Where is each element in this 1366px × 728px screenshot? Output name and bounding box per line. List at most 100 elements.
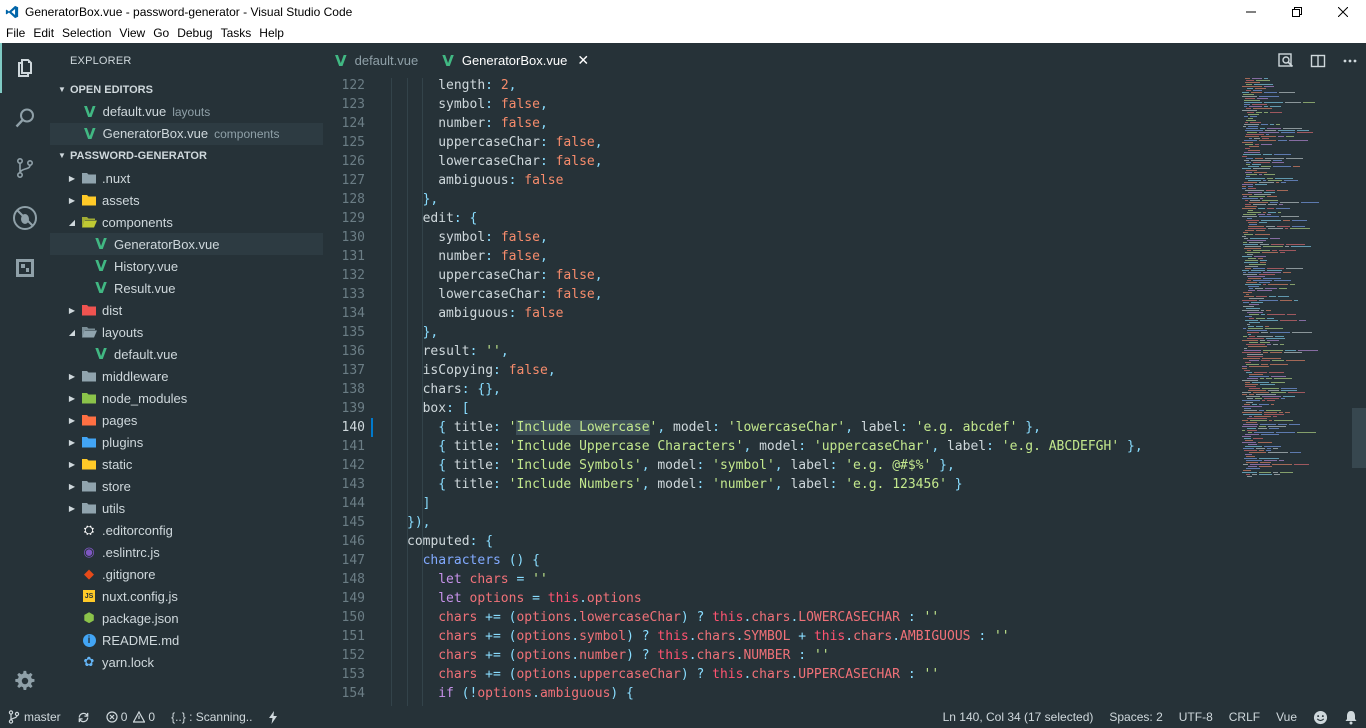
explorer-button[interactable] (0, 43, 50, 93)
menu-edit[interactable]: Edit (29, 26, 58, 40)
menu-tasks[interactable]: Tasks (217, 26, 256, 40)
code-line: 130 symbol: false, (323, 228, 1243, 247)
tree-label: .editorconfig (102, 522, 173, 538)
tree-file[interactable]: V GeneratorBox.vue (50, 233, 323, 255)
tree-folder[interactable]: ▶ node_modules (50, 387, 323, 409)
language-mode[interactable]: Vue (1268, 706, 1305, 728)
line-text: { title: 'Include Uppercase Characters',… (438, 437, 1142, 456)
git-branch[interactable]: master (0, 706, 69, 728)
open-editors-section[interactable]: ▼ OPEN EDITORS (50, 79, 323, 101)
minimap-line (1271, 244, 1284, 245)
tree-file[interactable]: Vdefault.vue (50, 343, 323, 365)
tree-file[interactable]: ✿ yarn.lock (50, 651, 323, 673)
tree-file[interactable]: V Result.vue (50, 277, 323, 299)
minimap-line (1279, 288, 1287, 289)
scanning-status[interactable]: {..} : Scanning.. (163, 706, 260, 728)
search-button[interactable] (0, 93, 50, 143)
minimap-line (1242, 110, 1257, 111)
project-section[interactable]: ▼ PASSWORD-GENERATOR (50, 145, 323, 167)
tree-folder[interactable]: ▶ .nuxt (50, 167, 323, 189)
minimap-line (1263, 352, 1268, 353)
minimap-line (1259, 300, 1278, 301)
chevron-right-icon: ▶ (68, 415, 76, 425)
line-number: 143 (341, 477, 365, 492)
tree-folder[interactable]: ▶ store (50, 475, 323, 497)
encoding[interactable]: UTF-8 (1171, 706, 1221, 728)
code-token: , (539, 249, 548, 264)
split-editor-button[interactable] (1302, 43, 1334, 78)
minimap-line (1264, 78, 1268, 79)
menu-selection[interactable]: Selection (58, 26, 115, 40)
tree-file[interactable]: ⛭ .editorconfig (50, 519, 323, 541)
line-endings[interactable]: CRLF (1221, 706, 1268, 728)
manage-button[interactable] (0, 656, 50, 706)
tree-folder[interactable]: ▶ middleware (50, 365, 323, 387)
problems-indicator[interactable]: 0 0 (98, 706, 163, 728)
tree-file[interactable]: V History.vue (50, 255, 323, 277)
source-control-button[interactable] (0, 143, 50, 193)
close-tab-icon[interactable]: ✕ (577, 52, 589, 69)
code-token: 'e.g. 123456' (845, 477, 947, 492)
lightning-button[interactable] (260, 706, 286, 728)
open-editor-item[interactable]: V GeneratorBox.vue components (50, 123, 323, 145)
menu-debug[interactable]: Debug (173, 26, 216, 40)
minimap-line (1286, 360, 1305, 361)
tab-default-vue[interactable]: V default.vue (323, 43, 430, 78)
tree-folder[interactable]: ▶ static (50, 453, 323, 475)
tree-folder[interactable]: ▶ dist (50, 299, 323, 321)
tree-file[interactable]: ⬢ package.json (50, 607, 323, 629)
open-editor-folder: components (214, 127, 280, 141)
minimap-line (1260, 262, 1266, 263)
open-preview-button[interactable] (1270, 43, 1302, 78)
tree-folder[interactable]: ◢ layouts (50, 321, 323, 343)
vertical-scrollbar[interactable] (1352, 408, 1366, 468)
code-editor[interactable]: 122 length: 2, 123 symbol: false, 124 number:… (323, 78, 1366, 706)
extensions-button[interactable] (0, 243, 50, 293)
indentation[interactable]: Spaces: 2 (1101, 706, 1170, 728)
tree-folder[interactable]: ▶ utils (50, 497, 323, 519)
menu-help[interactable]: Help (255, 26, 288, 40)
code-line: 134 ambiguous: false (323, 304, 1243, 323)
code-token: 'Include Numbers' (508, 477, 642, 492)
code-token: false (500, 249, 540, 264)
notifications-button[interactable] (1336, 706, 1366, 728)
line-number: 137 (341, 363, 365, 378)
close-window-button[interactable] (1320, 0, 1366, 23)
code-token: += ( (477, 629, 517, 644)
minimap-line (1281, 388, 1297, 389)
debug-button[interactable] (0, 193, 50, 243)
minimap-line (1249, 242, 1263, 243)
tree-file[interactable]: JS nuxt.config.js (50, 585, 323, 607)
tree-folder[interactable]: ▶ assets (50, 189, 323, 211)
tree-icon-slot (80, 214, 98, 230)
tree-file[interactable]: ◆ .gitignore (50, 563, 323, 585)
tree-folder[interactable]: ▶ plugins (50, 431, 323, 453)
tree-icon-slot (80, 478, 98, 494)
minimap-line (1279, 412, 1283, 413)
vue-file-icon: V (442, 51, 454, 70)
tree-folder[interactable]: ▶ pages (50, 409, 323, 431)
more-actions-button[interactable] (1334, 43, 1366, 78)
feedback-button[interactable] (1305, 706, 1336, 728)
tab-generatorbox-vue[interactable]: V GeneratorBox.vue ✕ (430, 43, 602, 78)
minimap-line (1281, 216, 1299, 217)
close-icon (1338, 6, 1348, 17)
tree-file[interactable]: ◉ .eslintrc.js (50, 541, 323, 563)
tree-label: nuxt.config.js (102, 588, 178, 604)
cursor-position[interactable]: Ln 140, Col 34 (17 selected) (935, 706, 1102, 728)
minimize-button[interactable] (1228, 0, 1274, 23)
minimap-line (1256, 448, 1265, 449)
maximize-button[interactable] (1274, 0, 1320, 23)
sync-button[interactable] (69, 706, 98, 728)
tree-file[interactable]: i README.md (50, 629, 323, 651)
line-text: box: [ (423, 399, 470, 418)
minimap[interactable] (1238, 78, 1348, 478)
menu-view[interactable]: View (115, 26, 149, 40)
minimap-line (1245, 284, 1261, 285)
open-editor-item[interactable]: V default.vue layouts (50, 101, 323, 123)
menu-go[interactable]: Go (149, 26, 173, 40)
tree-folder[interactable]: ◢ components (50, 211, 323, 233)
code-token: this (712, 610, 744, 625)
menu-file[interactable]: File (2, 26, 29, 40)
code-token: : (900, 420, 916, 435)
